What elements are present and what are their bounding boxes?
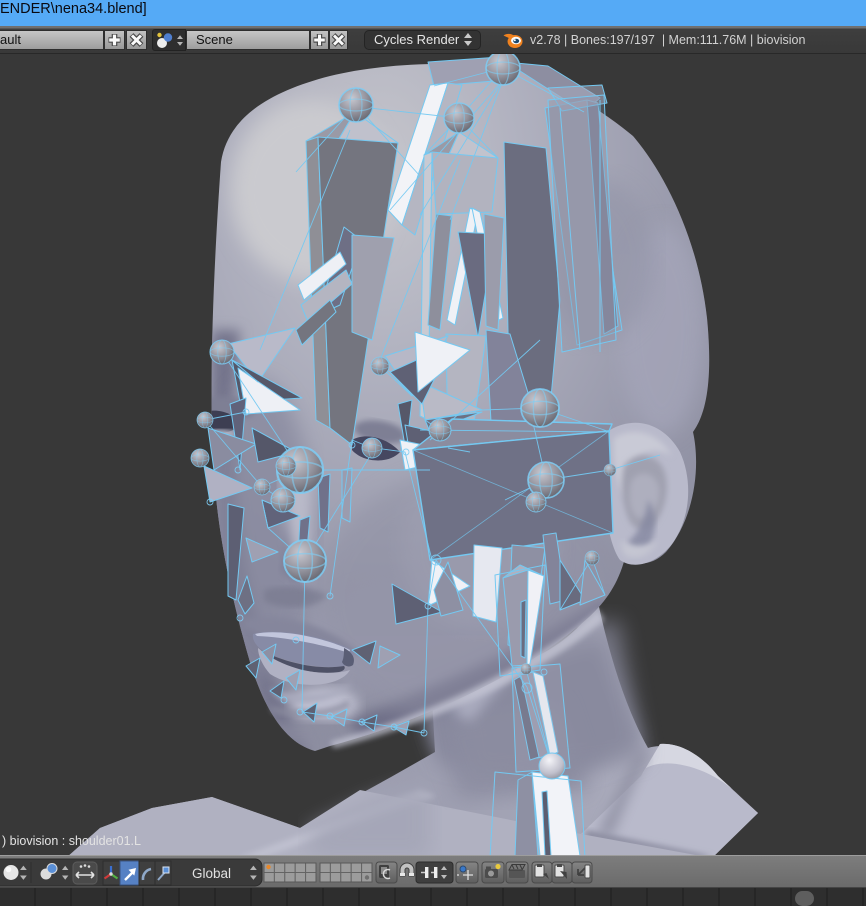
svg-text:Global: Global — [192, 866, 231, 881]
